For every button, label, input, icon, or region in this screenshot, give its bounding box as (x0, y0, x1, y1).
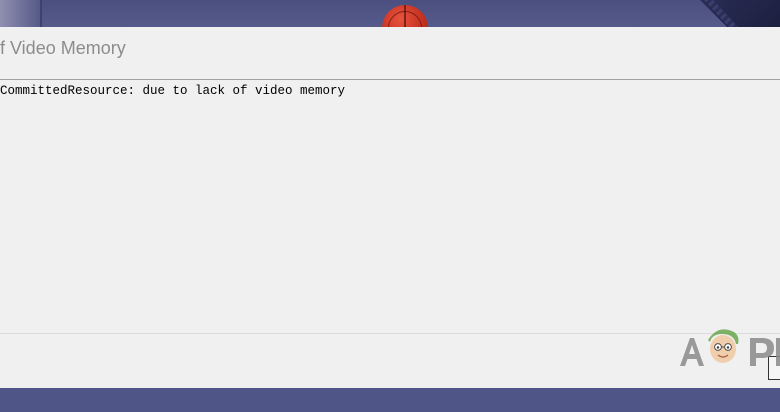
appuals-logo (680, 329, 780, 366)
message-area: CommittedResource: due to lack of video … (0, 79, 780, 334)
error-dialog: f Video Memory CommittedResource: due to… (0, 27, 780, 388)
button-bar (0, 334, 780, 388)
dialog-titlebar[interactable]: f Video Memory (0, 27, 780, 71)
error-message: CommittedResource: due to lack of video … (0, 84, 346, 98)
desktop-window-edge (0, 0, 42, 28)
dialog-title: f Video Memory (0, 38, 126, 58)
desktop-background-bottom (0, 388, 780, 412)
